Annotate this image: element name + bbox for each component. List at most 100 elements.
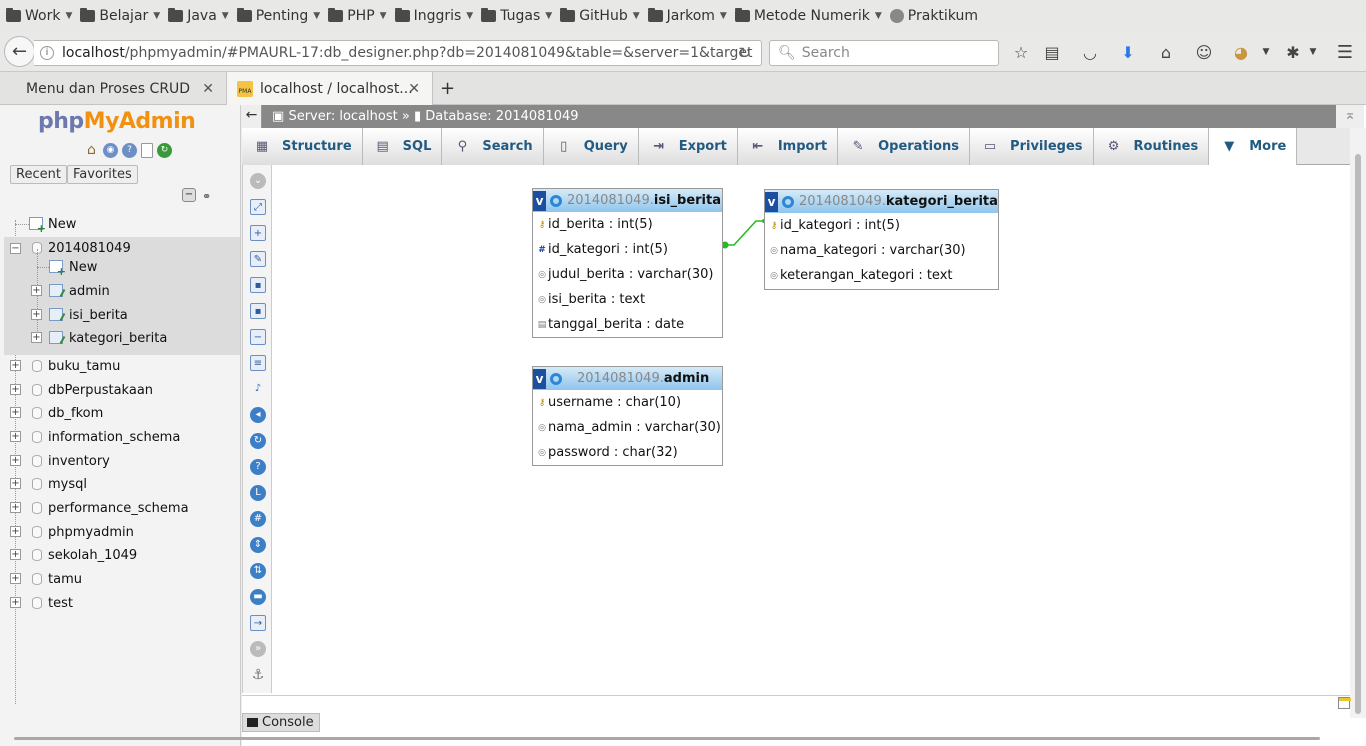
recent-button[interactable]: Recent bbox=[10, 165, 67, 184]
bookmark-folder-metode-numerik[interactable]: Metode Numerik ▼ bbox=[733, 3, 888, 29]
expand-icon[interactable]: + bbox=[10, 360, 21, 371]
column-row[interactable]: ◎ nama_admin : varchar(30) bbox=[533, 415, 722, 440]
gear-icon[interactable] bbox=[550, 194, 562, 207]
help-icon[interactable]: ? bbox=[250, 459, 266, 475]
logout-icon[interactable]: ◉ bbox=[103, 143, 118, 158]
expand-icon[interactable]: + bbox=[10, 502, 21, 513]
url-bar[interactable]: i localhost/phpmyadmin/#PMAURL-17:db_des… bbox=[34, 40, 762, 66]
tree-item-new-table[interactable]: New bbox=[0, 256, 240, 278]
tree-item-db-fkom[interactable]: + db_fkom bbox=[0, 402, 240, 424]
scroll-top-icon[interactable]: ⌅ bbox=[1336, 105, 1364, 128]
pocket-icon[interactable]: ◡ bbox=[1079, 41, 1101, 63]
expand-icon[interactable]: + bbox=[10, 384, 21, 395]
tree-item-phpmyadmin[interactable]: + phpmyadmin bbox=[0, 521, 240, 543]
reload-icon[interactable]: ↻ bbox=[738, 44, 751, 62]
tree-item-sekolah-1049[interactable]: + sekolah_1049 bbox=[0, 544, 240, 566]
designer-table-admin[interactable]: v 2014081049. admin ⚷ username : char(10) … bbox=[532, 366, 723, 466]
tab-operations[interactable]: ✎ Operations bbox=[838, 128, 971, 165]
toggle-columns-button[interactable]: v bbox=[533, 190, 546, 211]
designer-table-isi-berita[interactable]: v 2014081049. isi_berita ⚷ id_berita : int… bbox=[532, 188, 723, 338]
bookmark-folder-inggris[interactable]: Inggris ▼ bbox=[393, 3, 480, 29]
tree-item-new-database[interactable]: New bbox=[0, 213, 240, 235]
expand-icon[interactable]: + bbox=[10, 526, 21, 537]
designer-table-kategori-berita[interactable]: v 2014081049. kategori_berita ⚷ id_kategor… bbox=[764, 189, 999, 290]
collapse-all-icon[interactable]: − bbox=[182, 188, 196, 202]
bookmark-star-icon[interactable]: ☆ bbox=[1010, 41, 1032, 63]
tab-structure[interactable]: ▦ Structure bbox=[242, 128, 363, 165]
page-list-icon[interactable]: ≡ bbox=[250, 355, 266, 371]
bookmark-praktikum[interactable]: Praktikum bbox=[888, 3, 984, 29]
tree-item-admin[interactable]: + admin bbox=[0, 280, 240, 302]
table-header[interactable]: v 2014081049. isi_berita bbox=[533, 189, 722, 212]
gear-icon[interactable] bbox=[782, 195, 794, 208]
tree-item-isi-berita[interactable]: + isi_berita bbox=[0, 304, 240, 326]
grid-icon[interactable]: # bbox=[250, 511, 266, 527]
breadcrumb-database[interactable]: Database: 2014081049 bbox=[425, 109, 578, 124]
bookmark-folder-java[interactable]: Java ▼ bbox=[166, 3, 235, 29]
column-row[interactable]: ⚷ id_berita : int(5) bbox=[533, 212, 722, 237]
breadcrumb-server[interactable]: Server: localhost bbox=[288, 109, 397, 124]
tree-item-inventory[interactable]: + inventory bbox=[0, 450, 240, 472]
close-icon[interactable]: ✕ bbox=[408, 81, 420, 97]
expand-icon[interactable]: + bbox=[10, 478, 21, 489]
download-icon[interactable]: ⬇ bbox=[1117, 41, 1139, 63]
expand-icon[interactable]: + bbox=[31, 332, 42, 343]
expand-icon[interactable]: + bbox=[10, 431, 21, 442]
save-icon[interactable]: ▪ bbox=[250, 277, 266, 293]
small-big-icon[interactable]: ⇕ bbox=[250, 537, 266, 553]
vertical-scrollbar[interactable] bbox=[1350, 128, 1366, 718]
show-hide-left-menu-icon[interactable]: ⌄ bbox=[250, 173, 266, 189]
column-row[interactable]: ◎ nama_kategori : varchar(30) bbox=[765, 238, 998, 263]
bookmark-folder-php[interactable]: PHP ▼ bbox=[326, 3, 392, 29]
tree-item-performance-schema[interactable]: + performance_schema bbox=[0, 497, 240, 519]
build-query-icon[interactable]: » bbox=[250, 641, 266, 657]
bookmark-folder-work[interactable]: Work ▼ bbox=[4, 3, 78, 29]
angular-links-icon[interactable]: L bbox=[250, 485, 266, 501]
bookmark-folder-penting[interactable]: Penting ▼ bbox=[235, 3, 327, 29]
horizontal-scrollbar[interactable] bbox=[14, 737, 1320, 740]
chevron-down-icon[interactable]: ▼ bbox=[1302, 41, 1324, 63]
relation-icon[interactable]: ♪ bbox=[250, 381, 266, 397]
bookmark-folder-belajar[interactable]: Belajar ▼ bbox=[78, 3, 166, 29]
refresh-icon[interactable]: ↻ bbox=[250, 433, 266, 449]
expand-icon[interactable]: + bbox=[10, 597, 21, 608]
addon-icon[interactable]: ◕ bbox=[1230, 41, 1252, 63]
home-icon[interactable]: ⌂ bbox=[84, 143, 99, 158]
tab-search[interactable]: ⚲ Search bbox=[442, 128, 544, 165]
bookmark-folder-github[interactable]: GitHub ▼ bbox=[558, 3, 645, 29]
designer-canvas[interactable]: ⌄ ⤢ + ✎ ▪ ▪ − ≡ ♪ ◂ ↻ ? L # ⇕ ⇅ ▬ → » ⚓ bbox=[242, 165, 1350, 695]
table-header[interactable]: v 2014081049. kategori_berita bbox=[765, 190, 998, 213]
info-icon[interactable]: i bbox=[40, 46, 54, 60]
column-row[interactable]: ◎ isi_berita : text bbox=[533, 287, 722, 312]
column-row[interactable]: ⚷ id_kategori : int(5) bbox=[765, 213, 998, 238]
tab-privileges[interactable]: ▭ Privileges bbox=[970, 128, 1094, 165]
console-button[interactable]: Console bbox=[242, 713, 320, 732]
help-icon[interactable]: ? bbox=[122, 143, 137, 158]
column-row[interactable]: ◎ keterangan_kategori : text bbox=[765, 263, 998, 288]
extension-icon[interactable]: ✱ bbox=[1282, 41, 1304, 63]
favorites-button[interactable]: Favorites bbox=[67, 165, 138, 184]
column-row[interactable]: ⚷ username : char(10) bbox=[533, 390, 722, 415]
toggle-columns-button[interactable]: v bbox=[765, 191, 778, 212]
tab-localhost[interactable]: PMA localhost / localhost... ✕ bbox=[226, 72, 433, 106]
toggle-columns-button[interactable]: v bbox=[533, 368, 546, 389]
bookmark-folder-tugas[interactable]: Tugas ▼ bbox=[479, 3, 558, 29]
tree-item-buku-tamu[interactable]: + buku_tamu bbox=[0, 355, 240, 377]
expand-icon[interactable]: + bbox=[10, 455, 21, 466]
pdf-icon[interactable]: ▬ bbox=[250, 589, 266, 605]
new-note-icon[interactable] bbox=[1338, 697, 1351, 709]
expand-icon[interactable]: + bbox=[10, 407, 21, 418]
tree-item-tamu[interactable]: + tamu bbox=[0, 568, 240, 590]
expand-icon[interactable]: + bbox=[31, 285, 42, 296]
tree-item-mysql[interactable]: + mysql bbox=[0, 473, 240, 495]
delete-page-icon[interactable]: − bbox=[250, 329, 266, 345]
new-tab-button[interactable]: + bbox=[440, 78, 455, 99]
bookmark-folder-jarkom[interactable]: Jarkom ▼ bbox=[646, 3, 733, 29]
tree-item-test[interactable]: + test bbox=[0, 592, 240, 614]
expand-icon[interactable]: + bbox=[31, 309, 42, 320]
tab-export[interactable]: ⇥ Export bbox=[638, 128, 738, 165]
expand-icon[interactable]: + bbox=[10, 573, 21, 584]
reload-icon[interactable]: ↻ bbox=[157, 143, 172, 158]
link-icon[interactable]: ⚭ bbox=[202, 190, 211, 203]
tree-item-kategori-berita[interactable]: + kategori_berita bbox=[0, 327, 240, 349]
